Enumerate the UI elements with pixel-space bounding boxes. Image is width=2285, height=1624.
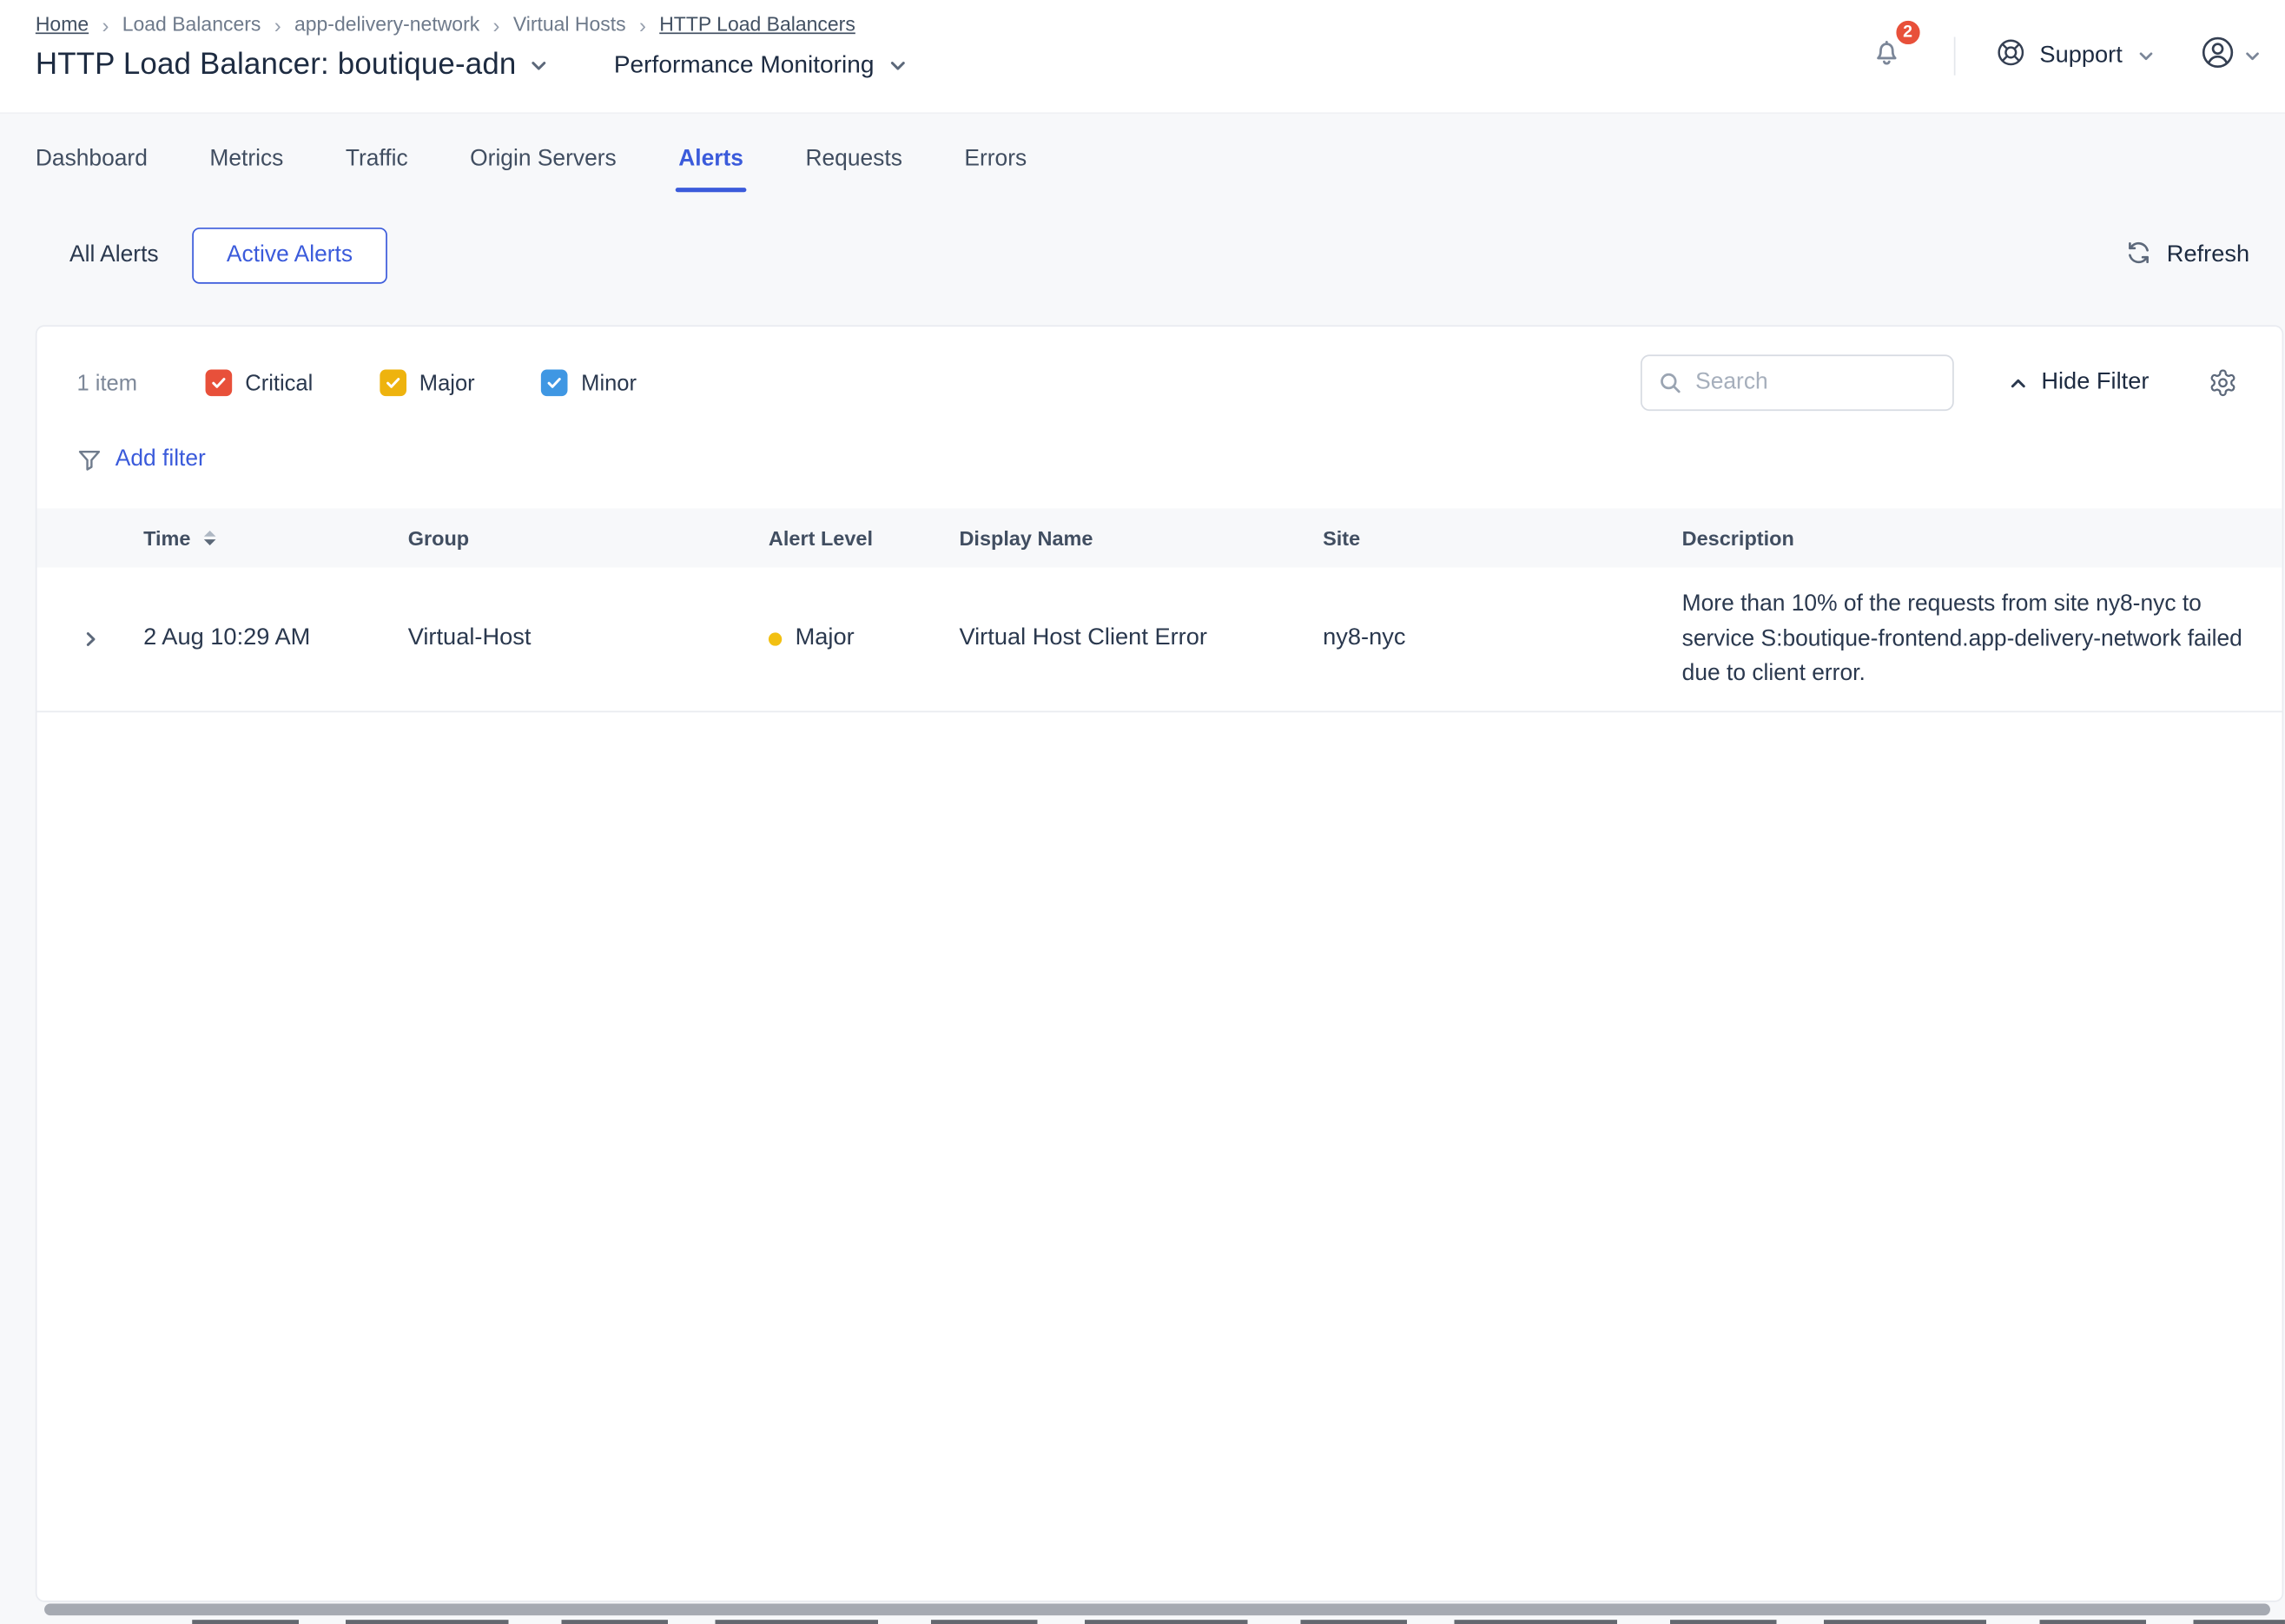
cell-site: ny8-nyc xyxy=(1323,625,1682,652)
breadcrumb-separator-icon: › xyxy=(102,14,109,35)
header-actions: 2 Support xyxy=(1866,32,2261,79)
tab-alerts[interactable]: Alerts xyxy=(678,146,743,192)
refresh-button[interactable]: Refresh xyxy=(2125,239,2249,273)
all-alerts-button[interactable]: All Alerts xyxy=(36,228,193,284)
column-header-site-label: Site xyxy=(1323,527,1360,550)
notification-badge: 2 xyxy=(1892,17,1923,47)
settings-gear-button[interactable] xyxy=(2208,368,2237,398)
breadcrumb-app-delivery-network[interactable]: app-delivery-network xyxy=(294,13,479,36)
alert-view-toggle: All Alerts Active Alerts xyxy=(36,228,386,284)
column-header-time[interactable]: Time xyxy=(143,527,408,550)
cell-description: More than 10% of the requests from site … xyxy=(1682,587,2285,691)
account-menu[interactable] xyxy=(2199,34,2261,78)
add-filter-button[interactable]: Add filter xyxy=(76,446,205,473)
major-checkbox[interactable] xyxy=(380,369,406,396)
cell-display-name: Virtual Host Client Error xyxy=(959,625,1323,652)
column-header-alert-level-label: Alert Level xyxy=(769,527,873,550)
table-row[interactable]: 2 Aug 10:29 AM Virtual-Host Major Virtua… xyxy=(37,567,2282,711)
tab-dashboard[interactable]: Dashboard xyxy=(36,146,148,192)
column-header-description-label: Description xyxy=(1682,527,1794,550)
column-header-group-label: Group xyxy=(408,527,469,550)
cell-time: 2 Aug 10:29 AM xyxy=(143,625,408,652)
support-chevron-down-icon xyxy=(2137,47,2155,64)
search-box xyxy=(1641,354,1954,411)
app-root: Home › Load Balancers › app-delivery-net… xyxy=(0,0,2285,1624)
tab-metrics[interactable]: Metrics xyxy=(209,146,283,192)
critical-label: Critical xyxy=(245,370,313,395)
column-header-site[interactable]: Site xyxy=(1323,527,1682,550)
page-title: HTTP Load Balancer: boutique-adn xyxy=(36,47,517,83)
filter-toolbar: 1 item Critical Major Minor xyxy=(37,327,2282,411)
severity-filter-critical[interactable]: Critical xyxy=(205,369,313,396)
view-selector-label: Performance Monitoring xyxy=(614,51,875,79)
column-header-display-name[interactable]: Display Name xyxy=(959,527,1323,550)
tab-requests[interactable]: Requests xyxy=(805,146,901,192)
refresh-icon xyxy=(2125,239,2152,273)
breadcrumb-load-balancers[interactable]: Load Balancers xyxy=(122,13,261,36)
horizontal-scrollbar[interactable] xyxy=(44,1603,2270,1615)
lb-selector-chevron-down-icon[interactable] xyxy=(530,56,549,75)
add-filter-label: Add filter xyxy=(116,446,206,473)
tab-traffic[interactable]: Traffic xyxy=(346,146,408,192)
user-avatar-icon xyxy=(2199,34,2236,78)
cell-alert-level: Major xyxy=(769,625,960,652)
notifications-button[interactable]: 2 xyxy=(1866,32,1906,79)
breadcrumb-separator-icon: › xyxy=(493,14,500,35)
support-label: Support xyxy=(2039,43,2122,69)
alert-level-text: Major xyxy=(796,625,855,652)
breadcrumb-virtual-hosts[interactable]: Virtual Hosts xyxy=(513,13,626,36)
cell-group: Virtual-Host xyxy=(408,625,769,652)
sort-icon[interactable] xyxy=(204,531,216,545)
refresh-label: Refresh xyxy=(2167,242,2249,269)
search-input[interactable] xyxy=(1695,369,1936,396)
severity-filter-major[interactable]: Major xyxy=(380,369,475,396)
breadcrumb-http-load-balancers[interactable]: HTTP Load Balancers xyxy=(659,13,855,36)
gear-icon xyxy=(2208,368,2237,398)
page-header: Home › Load Balancers › app-delivery-net… xyxy=(0,0,2285,114)
active-alerts-button[interactable]: Active Alerts xyxy=(193,228,386,284)
tab-bar: Dashboard Metrics Traffic Origin Servers… xyxy=(0,146,2285,192)
minor-label: Minor xyxy=(581,370,637,395)
clipped-content-strip xyxy=(192,1620,2285,1624)
column-header-time-label: Time xyxy=(143,527,190,550)
alerts-table: Time Group Alert Level Display Name Site… xyxy=(37,508,2282,711)
breadcrumb-home[interactable]: Home xyxy=(36,13,89,36)
search-icon xyxy=(1659,371,1682,394)
column-header-display-name-label: Display Name xyxy=(959,527,1093,550)
critical-checkbox[interactable] xyxy=(205,369,232,396)
chevron-right-icon xyxy=(81,630,100,649)
item-count: 1 item xyxy=(76,370,137,395)
column-header-group[interactable]: Group xyxy=(408,527,769,550)
breadcrumb-separator-icon: › xyxy=(639,14,646,35)
alerts-panel: 1 item Critical Major Minor xyxy=(36,325,2283,1601)
account-chevron-down-icon xyxy=(2243,47,2261,64)
chevron-up-icon xyxy=(2009,373,2028,393)
view-selector-chevron-down-icon xyxy=(888,56,908,75)
column-header-alert-level[interactable]: Alert Level xyxy=(769,527,960,550)
major-label: Major xyxy=(419,370,475,395)
minor-checkbox[interactable] xyxy=(541,369,568,396)
support-menu[interactable]: Support xyxy=(1995,37,2155,76)
header-divider xyxy=(1954,37,1956,76)
tab-origin-servers[interactable]: Origin Servers xyxy=(470,146,617,192)
support-life-ring-icon xyxy=(1995,37,2026,76)
severity-filter-minor[interactable]: Minor xyxy=(541,369,637,396)
table-header: Time Group Alert Level Display Name Site… xyxy=(37,508,2282,567)
alerts-sub-bar: All Alerts Active Alerts Refresh xyxy=(0,228,2285,284)
row-expander[interactable] xyxy=(37,587,144,691)
hide-filter-button[interactable]: Hide Filter xyxy=(2009,369,2150,396)
funnel-icon xyxy=(76,447,102,472)
view-selector[interactable]: Performance Monitoring xyxy=(614,51,908,79)
alert-level-dot xyxy=(769,632,782,645)
tab-errors[interactable]: Errors xyxy=(964,146,1027,192)
breadcrumb-separator-icon: › xyxy=(274,14,281,35)
hide-filter-label: Hide Filter xyxy=(2041,369,2149,396)
column-header-description[interactable]: Description xyxy=(1682,527,2285,550)
